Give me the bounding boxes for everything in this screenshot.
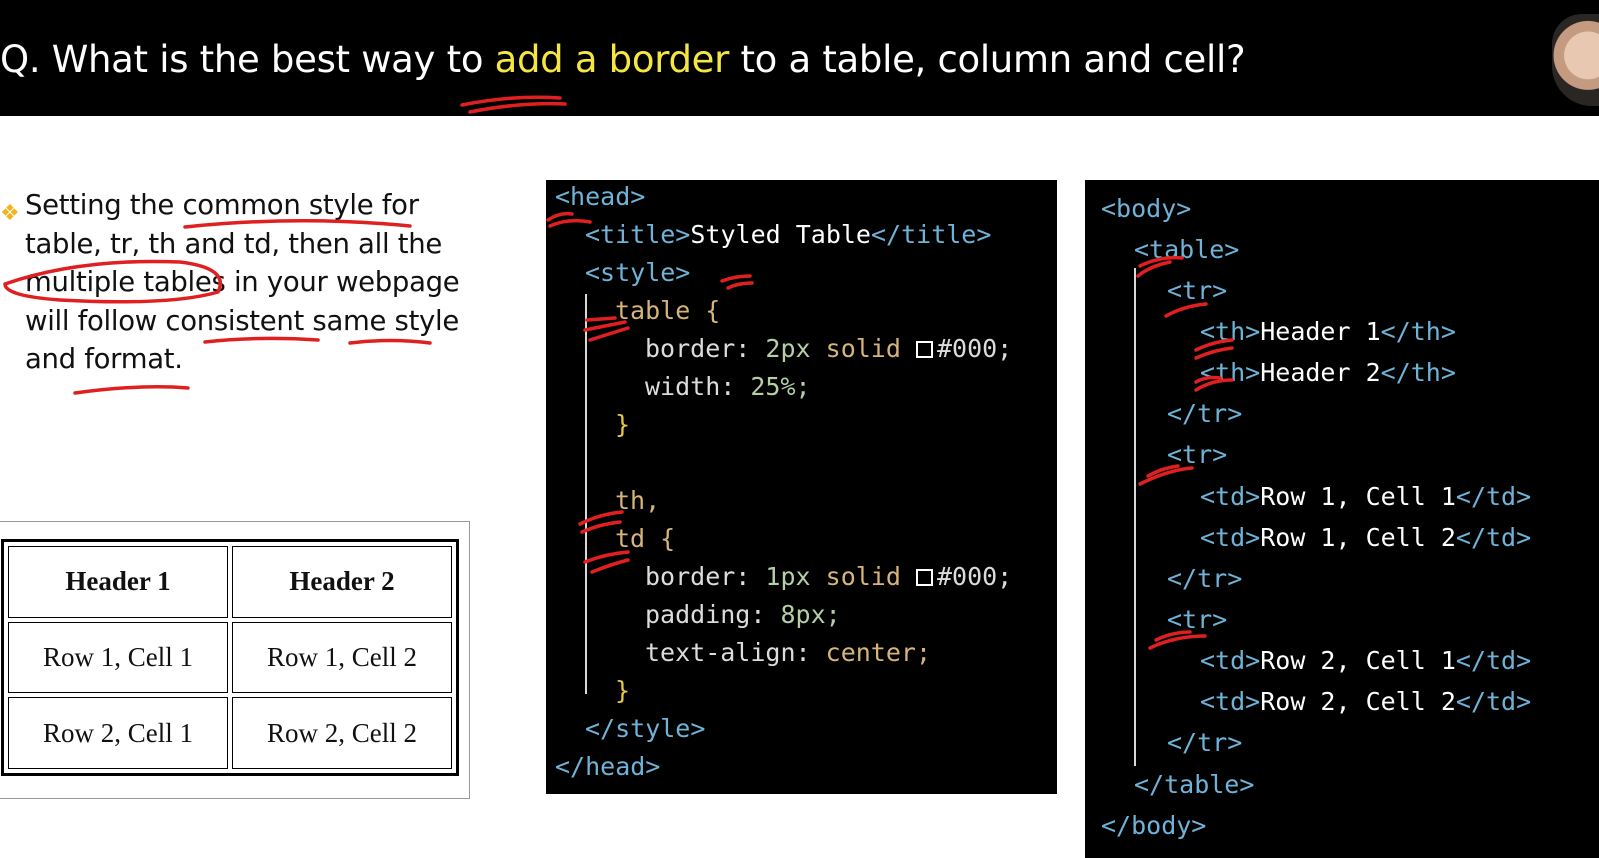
title-bar: Q. What is the best way to add a border … — [0, 0, 1599, 116]
title-after: to a table, column and cell? — [729, 38, 1246, 81]
code-line: } — [615, 676, 631, 705]
table-cell: Row 1, Cell 2 — [232, 621, 452, 694]
body-code-panel: <body> <table> <tr> <th>Header 1</th> <t… — [1085, 180, 1599, 858]
indent-guide — [585, 294, 587, 694]
code-line: <td>Row 1, Cell 1</td> — [1200, 482, 1532, 511]
color-swatch-icon — [915, 341, 933, 358]
table-row: Row 1, Cell 1 Row 1, Cell 2 — [8, 621, 452, 694]
code-line: <td>Row 2, Cell 1</td> — [1200, 646, 1532, 675]
code-line: </head> — [555, 752, 661, 781]
code-line: </style> — [585, 714, 706, 743]
code-line: </tr> — [1167, 728, 1243, 757]
code-line: padding: 8px; — [645, 600, 841, 629]
code-line: <td>Row 1, Cell 2</td> — [1200, 523, 1532, 552]
code-line: </table> — [1134, 770, 1255, 799]
code-line: width: 25%; — [645, 372, 811, 401]
code-line: <title>Styled Table</title> — [585, 220, 992, 249]
demo-table-frame: Header 1 Header 2 Row 1, Cell 1 Row 1, C… — [0, 521, 470, 799]
code-line: text-align: center; — [645, 638, 931, 667]
table-header-1: Header 1 — [8, 546, 228, 618]
table-cell: Row 2, Cell 2 — [232, 697, 452, 769]
head-code-panel: <head> <title>Styled Table</title> <styl… — [546, 180, 1057, 794]
annotation-underline — [73, 385, 190, 395]
indent-guide — [1134, 268, 1136, 766]
code-line: border: 1px solid #000; — [645, 562, 1013, 591]
question-title: Q. What is the best way to add a border … — [0, 38, 1246, 81]
bullet-text: Setting the common style for table, tr, … — [25, 189, 460, 375]
title-before: Q. What is the best way to — [0, 38, 495, 81]
code-line: table { — [615, 296, 721, 325]
code-line: <th>Header 1</th> — [1200, 317, 1456, 346]
code-line: <tr> — [1167, 276, 1228, 305]
title-highlight: add a border — [494, 38, 730, 81]
code-line: <tr> — [1167, 440, 1228, 469]
color-swatch-icon — [915, 569, 933, 586]
code-line: </body> — [1101, 811, 1207, 840]
code-line: border: 2px solid #000; — [645, 334, 1013, 363]
code-line: <body> — [1101, 194, 1192, 223]
code-line: <table> — [1134, 235, 1240, 264]
table-cell: Row 1, Cell 1 — [8, 621, 228, 694]
code-line: <head> — [555, 182, 646, 211]
code-line: th, — [615, 486, 661, 515]
presenter-avatar — [1552, 14, 1599, 106]
code-line: <style> — [585, 258, 691, 287]
code-line: td { — [615, 524, 676, 553]
code-line: </tr> — [1167, 564, 1243, 593]
diamond-bullet-icon: ❖ — [0, 200, 20, 225]
code-line: } — [615, 410, 631, 439]
table-cell: Row 2, Cell 1 — [8, 697, 228, 769]
code-line: <td>Row 2, Cell 2</td> — [1200, 687, 1532, 716]
table-row: Row 2, Cell 1 Row 2, Cell 2 — [8, 697, 452, 769]
demo-table: Header 1 Header 2 Row 1, Cell 1 Row 1, C… — [1, 539, 459, 776]
code-line: </tr> — [1167, 399, 1243, 428]
table-header-2: Header 2 — [232, 546, 452, 618]
code-line: <th>Header 2</th> — [1200, 358, 1456, 387]
code-line: <tr> — [1167, 605, 1228, 634]
table-row: Header 1 Header 2 — [8, 546, 452, 618]
